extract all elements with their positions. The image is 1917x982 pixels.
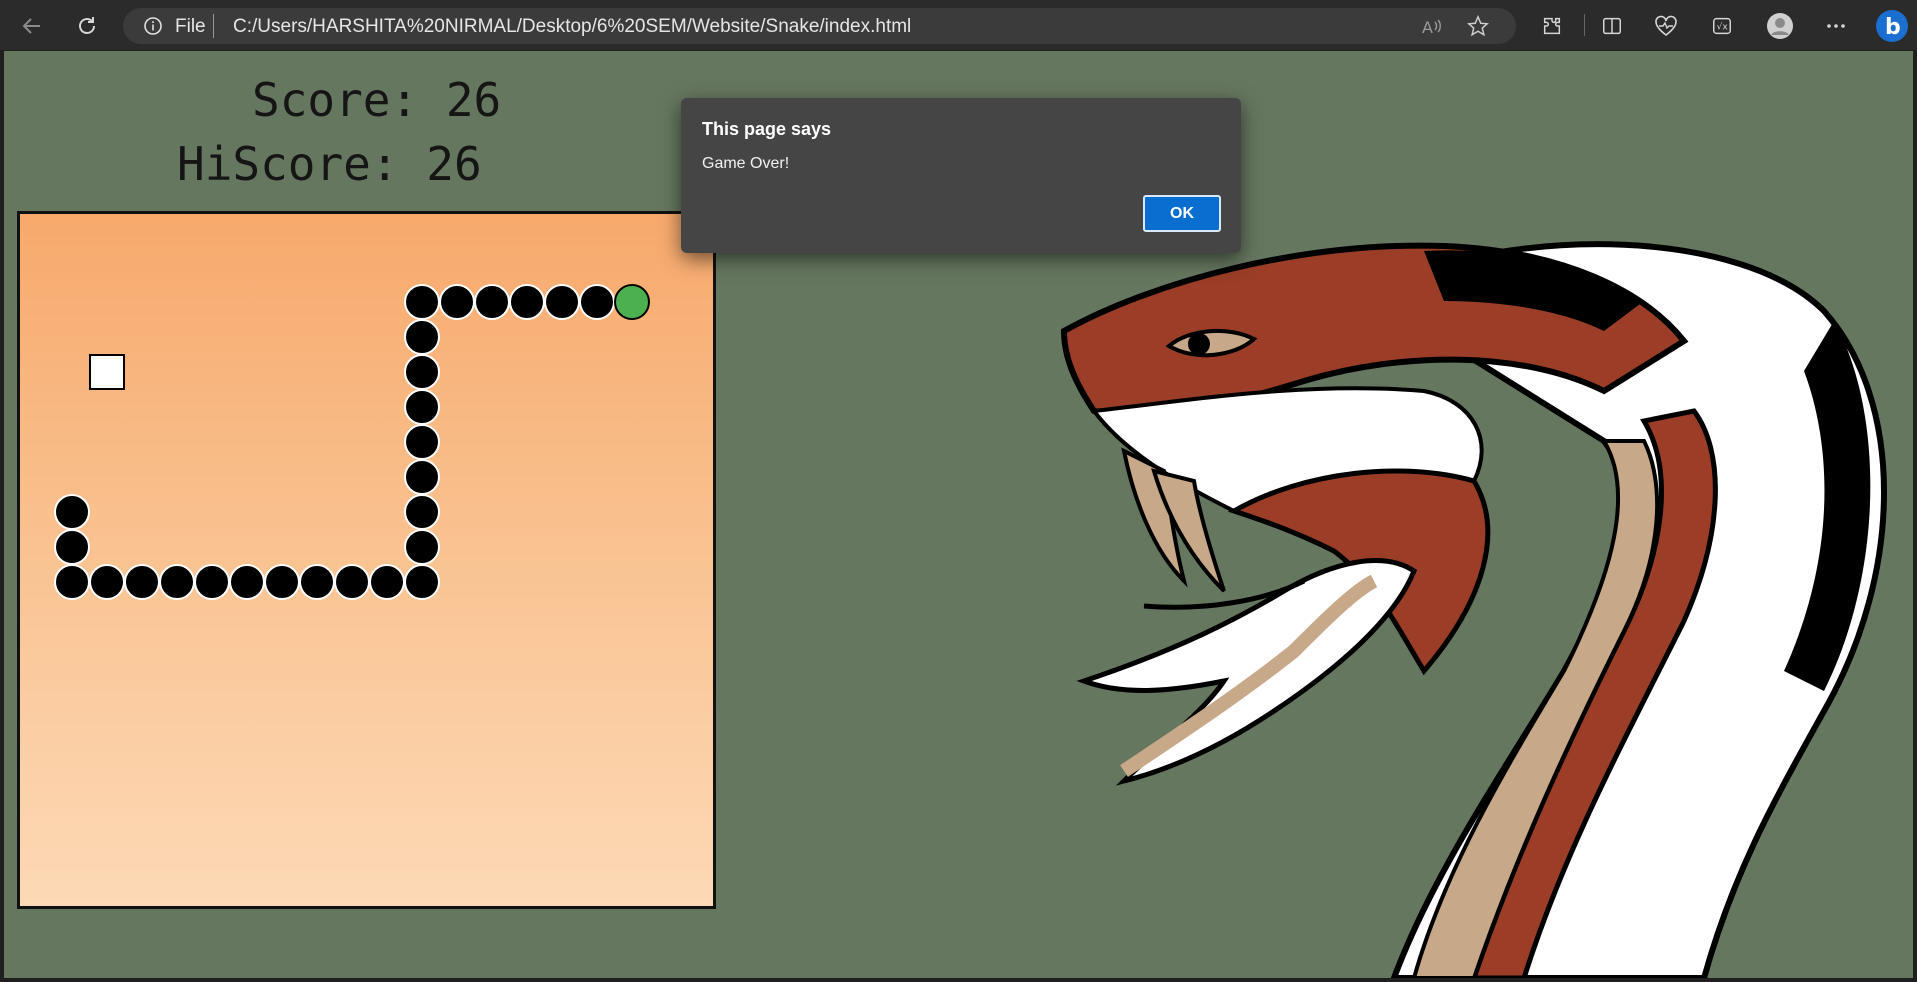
snake-body-segment bbox=[404, 284, 440, 320]
snake-body-segment bbox=[404, 389, 440, 425]
snake-body-segment bbox=[369, 564, 405, 600]
favorite-star-icon[interactable] bbox=[1467, 15, 1489, 37]
snake-body-segment bbox=[124, 564, 160, 600]
food-item bbox=[89, 354, 125, 390]
address-scheme-label: File bbox=[175, 16, 206, 37]
snake-body-segment bbox=[404, 564, 440, 600]
extensions-button[interactable] bbox=[1536, 10, 1568, 42]
info-icon[interactable] bbox=[143, 16, 163, 36]
svg-text:A: A bbox=[1422, 18, 1433, 37]
hiscore-label: HiScore: 26 bbox=[177, 137, 482, 191]
heart-pulse-icon bbox=[1655, 15, 1677, 36]
snake-body-segment bbox=[264, 564, 300, 600]
snake-body-segment bbox=[89, 564, 125, 600]
snake-body-segment bbox=[404, 319, 440, 355]
snake-body-segment bbox=[54, 564, 90, 600]
snake-body-segment bbox=[334, 564, 370, 600]
dialog-message: Game Over! bbox=[702, 155, 790, 172]
math-solver-button[interactable]: √x bbox=[1706, 10, 1738, 42]
board-canvas bbox=[54, 284, 650, 600]
copilot-button[interactable]: b bbox=[1874, 8, 1910, 44]
snake-body-segment bbox=[544, 284, 580, 320]
more-options-button[interactable] bbox=[1820, 10, 1852, 42]
snake-body-segment bbox=[474, 284, 510, 320]
snake-body-segment bbox=[404, 354, 440, 390]
snake-body-segment bbox=[404, 529, 440, 565]
bing-icon: b bbox=[1876, 10, 1908, 42]
browser-essentials-button[interactable] bbox=[1650, 10, 1682, 42]
avatar-icon bbox=[1767, 13, 1793, 39]
read-aloud-icon[interactable]: A bbox=[1421, 16, 1443, 38]
address-divider bbox=[213, 14, 214, 38]
snake-body-segment bbox=[159, 564, 195, 600]
snake-body-segment bbox=[54, 529, 90, 565]
alert-dialog: This page says Game Over! OK bbox=[681, 98, 1241, 253]
snake-illustration bbox=[1060, 241, 1887, 978]
address-url[interactable]: C:/Users/HARSHITA%20NIRMAL/Desktop/6%20S… bbox=[233, 16, 911, 38]
snake-body-segment bbox=[439, 284, 475, 320]
snake-body-segment bbox=[404, 494, 440, 530]
game-page: Score: 26 HiScore: 26 This page says Gam… bbox=[4, 51, 1913, 978]
snake-body-segment bbox=[229, 564, 265, 600]
back-arrow-icon bbox=[22, 18, 40, 34]
toolbar-divider bbox=[1584, 14, 1585, 36]
dialog-title: This page says bbox=[702, 119, 832, 139]
split-screen-button[interactable] bbox=[1596, 10, 1628, 42]
profile-button[interactable] bbox=[1764, 10, 1796, 42]
split-screen-icon bbox=[1603, 17, 1621, 35]
game-board bbox=[17, 211, 716, 909]
score-label: Score: 26 bbox=[252, 73, 502, 127]
math-solver-icon: √x bbox=[1713, 17, 1731, 35]
snake-head bbox=[614, 284, 650, 320]
browser-toolbar: File C:/Users/HARSHITA%20NIRMAL/Desktop/… bbox=[0, 0, 1917, 50]
snake-body-segment bbox=[299, 564, 335, 600]
svg-text:√x: √x bbox=[1717, 22, 1729, 33]
snake-body-segment bbox=[194, 564, 230, 600]
back-button[interactable] bbox=[16, 10, 48, 42]
ellipsis-icon bbox=[1827, 24, 1845, 28]
address-bar[interactable]: File C:/Users/HARSHITA%20NIRMAL/Desktop/… bbox=[123, 8, 1516, 44]
snake-body-segment bbox=[579, 284, 615, 320]
svg-text:b: b bbox=[1885, 15, 1901, 40]
snake-body-segment bbox=[54, 494, 90, 530]
snake-body-segment bbox=[404, 424, 440, 460]
ok-button[interactable]: OK bbox=[1143, 195, 1221, 232]
refresh-icon bbox=[79, 17, 95, 34]
snake-body-segment bbox=[509, 284, 545, 320]
puzzle-icon bbox=[1543, 17, 1561, 35]
snake-body-segment bbox=[404, 459, 440, 495]
refresh-button[interactable] bbox=[71, 10, 103, 42]
